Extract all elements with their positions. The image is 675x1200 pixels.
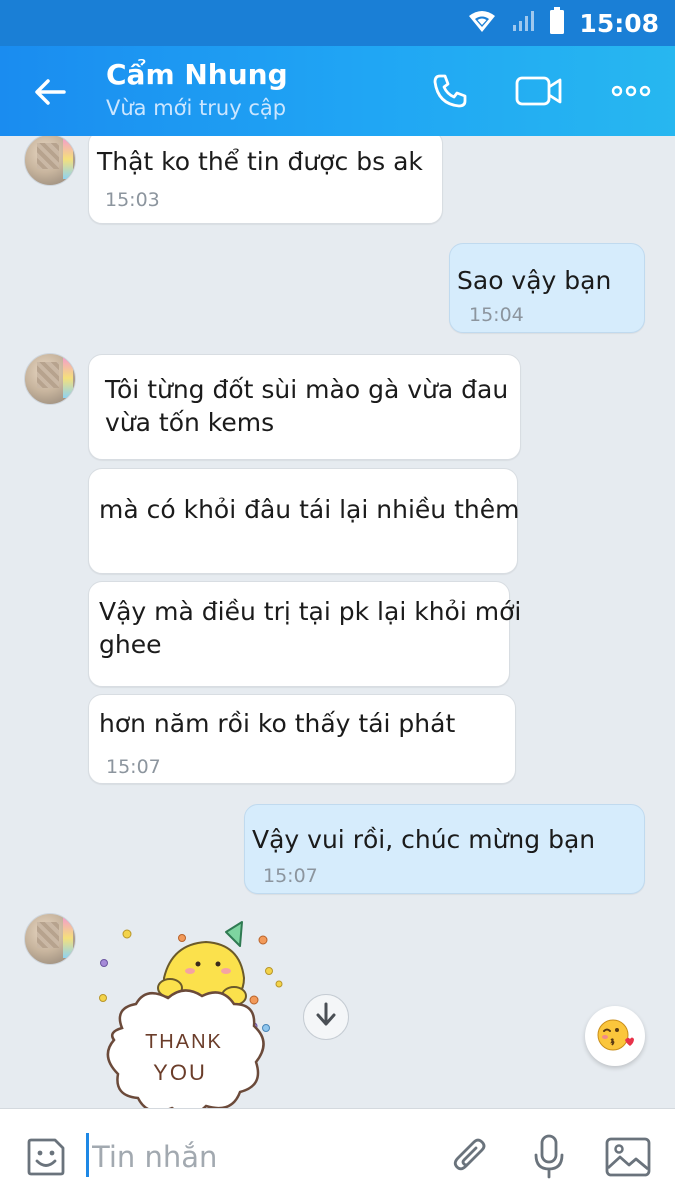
chat-header: Cẩm Nhung Vừa mới truy cập — [0, 46, 675, 136]
status-bar: 15:08 — [0, 0, 675, 46]
message-bubble-outgoing[interactable]: Vậy vui rồi, chúc mừng bạn 15:07 — [244, 804, 645, 894]
more-options-icon[interactable] — [606, 68, 656, 114]
message-bubble-incoming[interactable]: Vậy mà điều trị tại pk lại khỏi mới ghee — [88, 581, 521, 687]
message-bubble-incoming[interactable]: mà có khỏi đâu tái lại nhiều thêm — [88, 468, 520, 574]
arrow-down-icon — [315, 1002, 337, 1032]
message-time: 15:04 — [469, 304, 524, 326]
battery-icon — [549, 7, 565, 39]
video-call-icon[interactable] — [514, 68, 564, 114]
chat-area[interactable]: Thật ko thể tin được bs ak 15:03 Sao vậy… — [0, 136, 675, 1108]
contact-status: Vừa mới truy cập — [106, 96, 287, 120]
message-time: 15:03 — [105, 189, 160, 211]
message-text: vừa tốn kems — [105, 408, 275, 437]
message-bubble-outgoing[interactable]: Sao vậy bạn 15:04 — [449, 243, 645, 333]
sticker-text-line2: YOU — [153, 1060, 207, 1085]
message-time: 15:07 — [106, 756, 161, 778]
message-input[interactable] — [92, 1137, 422, 1177]
sticker-text-line1: THANK — [145, 1031, 223, 1053]
message-text: Vậy vui rồi, chúc mừng bạn — [252, 825, 596, 854]
image-icon[interactable] — [602, 1131, 654, 1183]
sticker-icon[interactable] — [20, 1131, 72, 1183]
phone-icon[interactable] — [425, 68, 475, 114]
signal-icon — [511, 9, 535, 37]
message-text: Vậy mà điều trị tại pk lại khỏi mới — [99, 597, 522, 626]
back-arrow-icon[interactable] — [28, 70, 72, 114]
kiss-emoji-button[interactable] — [585, 1006, 645, 1066]
status-clock: 15:08 — [579, 8, 659, 38]
message-text: hơn năm rồi ko thấy tái phát — [99, 709, 456, 738]
text-cursor — [86, 1133, 89, 1177]
wifi-icon — [467, 8, 497, 38]
message-bubble-incoming[interactable]: Thật ko thể tin được bs ak 15:03 — [88, 136, 443, 224]
message-text: Thật ko thể tin được bs ak — [97, 147, 423, 176]
thank-you-sticker[interactable]: THANK YOU — [94, 916, 294, 1108]
microphone-icon[interactable] — [523, 1131, 575, 1183]
contact-name[interactable]: Cẩm Nhung — [106, 58, 288, 91]
avatar[interactable] — [24, 353, 76, 405]
message-text: ghee — [99, 630, 162, 659]
message-text: Tôi từng đốt sùi mào gà vừa đau — [105, 375, 509, 404]
scroll-down-button[interactable] — [303, 994, 349, 1040]
message-bubble-incoming[interactable]: Tôi từng đốt sùi mào gà vừa đau vừa tốn … — [88, 354, 521, 460]
avatar[interactable] — [24, 913, 76, 965]
avatar[interactable] — [24, 136, 76, 186]
message-time: 15:07 — [263, 865, 318, 887]
message-input-bar — [0, 1108, 675, 1200]
attachment-icon[interactable] — [444, 1131, 496, 1183]
message-bubble-incoming[interactable]: hơn năm rồi ko thấy tái phát 15:07 — [88, 694, 516, 784]
message-text: mà có khỏi đâu tái lại nhiều thêm — [99, 495, 520, 524]
kiss-emoji-icon — [595, 1014, 635, 1058]
message-text: Sao vậy bạn — [457, 266, 612, 295]
